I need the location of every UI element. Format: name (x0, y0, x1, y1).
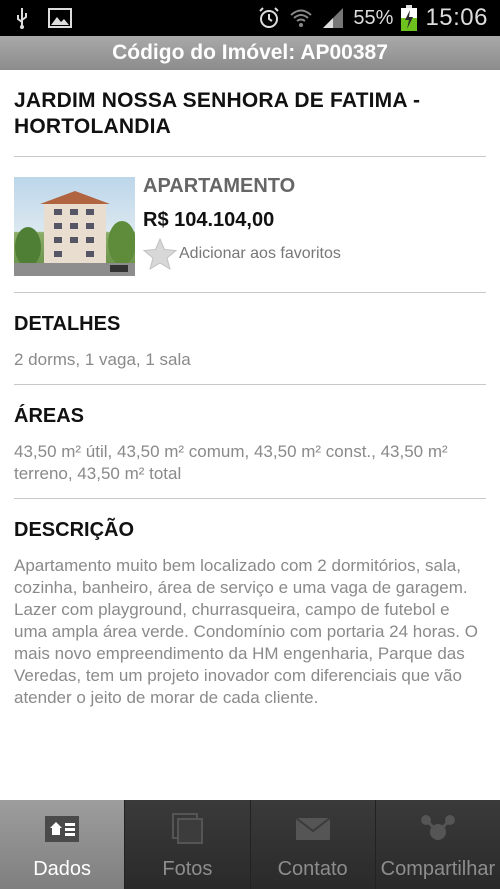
battery-charging-icon (401, 5, 418, 31)
add-to-favorites[interactable]: Adicionar aos favoritos (143, 238, 341, 270)
tab-label: Compartilhar (380, 858, 496, 880)
description-text: Apartamento muito bem localizado com 2 d… (14, 556, 478, 707)
details-text: 2 dorms, 1 vaga, 1 sala (14, 350, 191, 369)
areas-text: 43,50 m² útil, 43,50 m² comum, 43,50 m² … (14, 442, 448, 483)
wifi-icon (290, 9, 313, 27)
property-type: APARTAMENTO (143, 175, 296, 197)
property-thumbnail[interactable] (14, 177, 135, 276)
header-title: Código do Imóvel: AP00387 (112, 41, 388, 64)
details-section: DETALHES 2 dorms, 1 vaga, 1 sala (14, 293, 486, 384)
favorite-label: Adicionar aos favoritos (179, 245, 341, 262)
share-icon (420, 815, 455, 840)
bottom-tab-bar: Dados Fotos Contato Compartilhar (0, 800, 500, 889)
building-illustration (14, 191, 135, 276)
description-heading: DESCRIÇÃO (14, 519, 135, 541)
clock: 15:06 (425, 4, 488, 31)
property-summary: APARTAMENTO R$ 104.104,00 Adicionar aos … (14, 157, 486, 292)
property-details: JARDIM NOSSA SENHORA DE FATIMA - HORTOLA… (14, 70, 486, 722)
property-title: JARDIM NOSSA SENHORA DE FATIMA - HORTOLA… (14, 89, 421, 138)
tab-label: Dados (33, 858, 92, 880)
property-price: R$ 104.104,00 (143, 209, 275, 231)
envelope-icon (295, 817, 331, 840)
areas-heading: ÁREAS (14, 405, 85, 427)
tab-label: Contato (277, 858, 348, 880)
summary-info: APARTAMENTO R$ 104.104,00 Adicionar aos … (143, 175, 341, 292)
photos-icon (172, 813, 204, 844)
property-code-header: Código do Imóvel: AP00387 (0, 36, 500, 70)
star-icon (143, 238, 177, 270)
status-bar: 55% 15:06 (0, 0, 500, 36)
tab-contato[interactable]: Contato (250, 800, 376, 889)
signal-icon (323, 8, 344, 28)
battery-percent: 55% (353, 6, 394, 29)
home-card-icon (45, 816, 80, 842)
tab-fotos[interactable]: Fotos (125, 800, 251, 889)
alarm-icon (259, 7, 280, 28)
tab-label: Fotos (162, 858, 213, 880)
usb-icon (17, 8, 27, 29)
tab-dados[interactable]: Dados (0, 800, 126, 889)
description-section: DESCRIÇÃO Apartamento muito bem localiza… (14, 499, 486, 722)
details-heading: DETALHES (14, 313, 121, 335)
image-icon (48, 8, 72, 28)
areas-section: ÁREAS 43,50 m² útil, 43,50 m² comum, 43,… (14, 385, 486, 498)
tab-compartilhar[interactable]: Compartilhar (375, 800, 500, 889)
